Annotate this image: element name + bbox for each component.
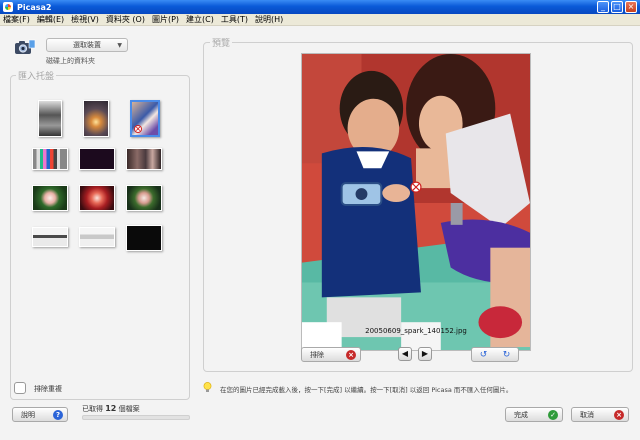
finish-button-label: 完成 — [514, 410, 528, 419]
cancel-icon: × — [614, 410, 624, 420]
thumbnail-sunset[interactable] — [83, 100, 109, 137]
cancel-button-label: 取消 — [580, 410, 594, 419]
menu-bar: 檔案(F) 編輯(E) 檢視(V) 資料夾 (O) 圖片(P) 建立(C) 工具… — [0, 14, 640, 26]
status-suffix: 個檔案 — [116, 405, 140, 413]
thumbnail-boy-and-woman[interactable]: × — [130, 100, 160, 137]
exclude-mark-icon: × — [134, 125, 142, 133]
rotate-left-icon[interactable]: ↺ — [480, 350, 488, 360]
thumbnail-portrait-gray[interactable] — [38, 100, 62, 137]
help-button-label: 說明 — [21, 410, 35, 419]
exclude-button[interactable]: 排除 × — [301, 347, 361, 362]
previous-photo-button[interactable]: ◀ — [398, 347, 412, 361]
rotate-buttons: ↺ ↻ — [471, 347, 519, 362]
menu-create[interactable]: 建立(C) — [186, 14, 214, 25]
window-controls: _ □ × — [597, 1, 637, 13]
import-progress-bar — [82, 415, 190, 420]
cancel-button[interactable]: 取消 × — [571, 407, 629, 422]
help-button[interactable]: 說明 ? — [12, 407, 68, 422]
thumbnail-black[interactable] — [126, 225, 162, 251]
status-prefix: 已取得 — [82, 405, 106, 413]
thumbnail-color-bars[interactable] — [32, 148, 68, 170]
thumbnail-screenshot-dark[interactable] — [32, 227, 68, 247]
source-caption: 磁碟上的資料夾 — [46, 57, 95, 65]
minimize-button[interactable]: _ — [597, 1, 609, 13]
menu-folder[interactable]: 資料夾 (O) — [106, 14, 145, 25]
menu-view[interactable]: 檢視(V) — [71, 14, 99, 25]
file-count: 12 — [105, 404, 117, 413]
exclude-duplicates-checkbox[interactable] — [14, 382, 26, 394]
exclude-duplicates-label: 排除重複 — [34, 385, 62, 393]
import-dialog: 選取裝置 ▼ 磁碟上的資料夾 匯入托盤 × 排除重複 說明 ? 已取得 12 個… — [0, 26, 640, 440]
thumbnail-dark-purple[interactable] — [79, 148, 115, 170]
question-icon: ? — [53, 410, 63, 420]
thumbnail-screenshot-light[interactable] — [79, 227, 115, 247]
finish-button[interactable]: 完成 ✓ — [505, 407, 563, 422]
menu-tools[interactable]: 工具(T) — [221, 14, 248, 25]
picasa-app-icon — [3, 2, 13, 12]
menu-help[interactable]: 說明(H) — [255, 14, 283, 25]
close-button[interactable]: × — [625, 1, 637, 13]
file-count-status: 已取得 12 個檔案 — [82, 404, 140, 414]
exclude-button-label: 排除 — [310, 350, 324, 359]
lightbulb-icon — [203, 382, 212, 392]
title-bar: Picasa2 _ □ × — [0, 0, 640, 14]
preview-label: 預覽 — [210, 36, 233, 49]
thumbnail-group-photo[interactable] — [126, 148, 162, 170]
thumbnail-flower-green-2[interactable] — [126, 185, 162, 211]
rotate-right-icon[interactable]: ↻ — [503, 350, 511, 360]
thumbnail-flower-red[interactable] — [79, 185, 115, 211]
device-select[interactable]: 選取裝置 ▼ — [46, 38, 128, 52]
window-title: Picasa2 — [17, 2, 52, 12]
menu-picture[interactable]: 圖片(P) — [152, 14, 179, 25]
import-tray-label: 匯入托盤 — [16, 69, 57, 82]
hint-text: 在您的圖片已經完成載入後，按一下[完成] 以繼續。按一下[取消] 以返回 Pic… — [220, 386, 513, 394]
preview-photo — [301, 53, 531, 351]
checkmark-icon: ✓ — [548, 410, 558, 420]
preview-filename: 20050609_spark_140152.jpg — [365, 327, 467, 335]
maximize-button[interactable]: □ — [611, 1, 623, 13]
menu-file[interactable]: 檔案(F) — [3, 14, 30, 25]
camera-icon — [15, 39, 36, 54]
menu-edit[interactable]: 編輯(E) — [37, 14, 64, 25]
device-select-label: 選取裝置 — [73, 41, 101, 49]
chevron-down-icon: ▼ — [117, 42, 122, 49]
next-photo-button[interactable]: ▶ — [418, 347, 432, 361]
exclude-icon: × — [346, 350, 356, 360]
thumbnail-flower-green[interactable] — [32, 185, 68, 211]
